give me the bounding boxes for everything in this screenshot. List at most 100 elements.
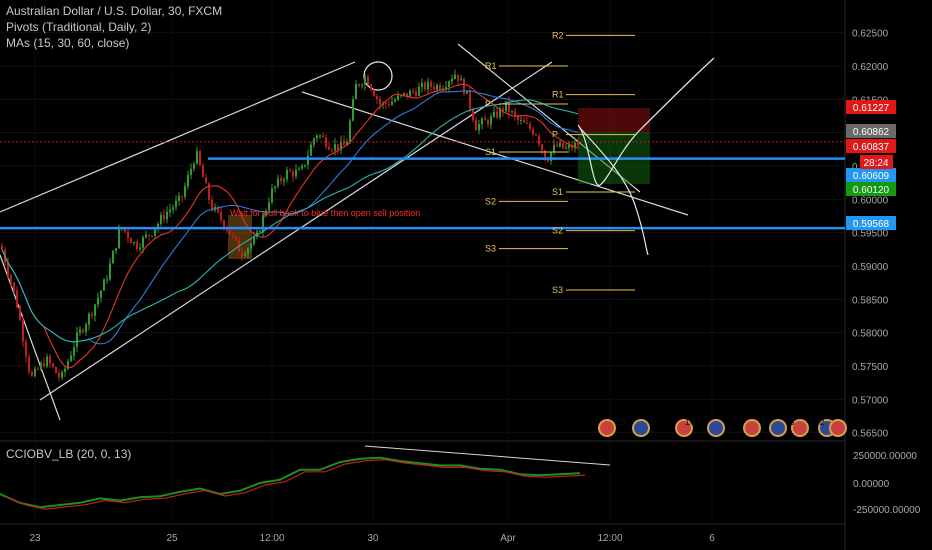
candle-body xyxy=(283,179,285,182)
stop-loss-zone xyxy=(578,108,650,132)
candle-body xyxy=(391,101,393,106)
candle-body xyxy=(310,144,312,156)
candle-body xyxy=(352,99,354,121)
event-flag xyxy=(709,421,723,435)
candle-body xyxy=(172,207,174,210)
candle-body xyxy=(85,324,87,332)
candle-body xyxy=(523,119,525,123)
chart-annotation: Wait for pull back to blue then open sel… xyxy=(230,208,420,218)
candle-body xyxy=(280,178,282,182)
candle-body xyxy=(511,111,513,113)
pivot-label: P xyxy=(485,99,491,109)
us-flag-icon xyxy=(829,419,847,437)
candle-body xyxy=(328,146,330,150)
pivots-legend[interactable]: Pivots (Traditional, Daily, 2) xyxy=(6,20,151,34)
price-label: 0.59568 xyxy=(846,216,896,230)
candle-body xyxy=(160,215,162,224)
candle-body xyxy=(367,76,369,85)
candle-body xyxy=(91,313,93,316)
candle-body xyxy=(142,237,144,248)
candle-body xyxy=(22,320,24,342)
candle-body xyxy=(193,163,195,169)
candle-body xyxy=(253,236,255,244)
candle-body xyxy=(40,363,42,370)
candle-body xyxy=(418,86,420,96)
pivot-label: R1 xyxy=(485,61,497,71)
candle-body xyxy=(409,90,411,97)
candle-body xyxy=(133,242,135,244)
candle-body xyxy=(472,108,474,121)
candle-body xyxy=(52,363,54,368)
candle-body xyxy=(301,165,303,169)
y-tick-label: 0.58000 xyxy=(852,329,889,340)
y-tick-label: 0.58500 xyxy=(852,295,889,306)
price-label: 0.60609 xyxy=(846,168,896,182)
candle xyxy=(562,142,564,150)
candle-body xyxy=(403,93,405,95)
candle-body xyxy=(148,234,150,236)
candle-body xyxy=(412,90,414,92)
trading-chart[interactable]: R2R1R1PPS1S1S2S2S3S3 0.625000.620000.615… xyxy=(0,0,932,550)
candle-body xyxy=(487,120,489,125)
candle-body xyxy=(421,82,423,87)
candle-body xyxy=(31,371,33,377)
candle-body xyxy=(493,111,495,117)
candle-body xyxy=(70,355,72,362)
price-label: 0.60837 xyxy=(846,139,896,153)
candle-body xyxy=(241,252,243,256)
candle-body xyxy=(436,85,438,90)
candle-body xyxy=(385,103,387,105)
candle-body xyxy=(76,332,78,348)
pivot-label: S3 xyxy=(485,244,496,254)
candle-body xyxy=(577,142,579,146)
mas-legend[interactable]: MAs (15, 30, 60, close) xyxy=(6,36,129,50)
candle-body xyxy=(307,155,309,165)
price-label-text: 0.60862 xyxy=(853,127,890,138)
candle xyxy=(112,249,114,264)
candle-body xyxy=(115,248,117,251)
symbol-legend[interactable]: Australian Dollar / U.S. Dollar, 30, FXC… xyxy=(6,4,222,18)
candle-body xyxy=(139,247,141,250)
au-flag-icon xyxy=(632,419,650,437)
y-tick-label: 0.56500 xyxy=(852,429,889,440)
candle-body xyxy=(370,84,372,90)
candle-body xyxy=(331,149,333,151)
candle xyxy=(229,230,231,236)
candle-body xyxy=(433,86,435,90)
price-label-text: 0.60609 xyxy=(853,171,890,182)
candle xyxy=(202,163,204,178)
candle-body xyxy=(319,135,321,137)
au-flag-icon xyxy=(707,419,725,437)
price-label: 0.60120 xyxy=(846,182,896,196)
candle-body xyxy=(292,171,294,177)
candle xyxy=(352,95,354,122)
candle-body xyxy=(244,254,246,256)
candle-body xyxy=(1,246,3,250)
candle-body xyxy=(490,116,492,125)
candle-body xyxy=(34,368,36,377)
candle-body xyxy=(520,119,522,121)
candle xyxy=(199,149,201,167)
candle-body xyxy=(19,307,21,321)
candle-body xyxy=(100,290,102,298)
candle-body xyxy=(247,248,249,255)
y-tick-label: 0.59000 xyxy=(852,262,889,273)
candle-body xyxy=(64,368,66,372)
x-tick-label: 6 xyxy=(709,533,715,544)
us-flag-icon xyxy=(743,419,761,437)
candle-body xyxy=(211,200,213,211)
candle-body xyxy=(232,234,234,236)
x-tick-label: Apr xyxy=(500,533,516,544)
candle-body xyxy=(25,341,27,357)
x-tick-label: 23 xyxy=(29,533,41,544)
candle-body xyxy=(145,234,147,238)
y-tick-label: 0.62500 xyxy=(852,29,889,40)
candle-body xyxy=(316,135,318,139)
candle-body xyxy=(163,215,165,220)
candle-body xyxy=(130,238,132,244)
candle-body xyxy=(355,84,357,100)
candle-body xyxy=(427,81,429,90)
candle-body xyxy=(553,145,555,153)
candle-body xyxy=(337,144,339,150)
oscillator-legend[interactable]: CCIOBV_LB (20, 0, 13) xyxy=(6,447,131,461)
